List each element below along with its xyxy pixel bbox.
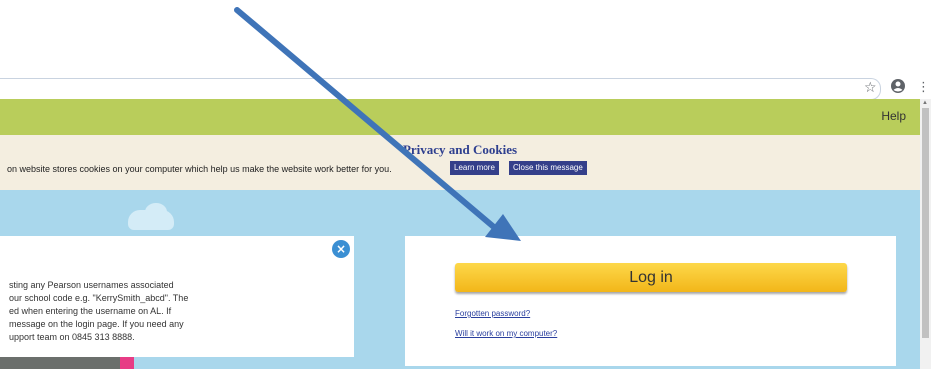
bookmark-star-icon[interactable]: ☆ (864, 80, 877, 96)
info-text-line: upport team on 0845 313 8888. (9, 332, 135, 342)
info-text-line: our school code e.g. "KerrySmith_abcd". … (9, 293, 189, 303)
scrollbar-thumb[interactable] (922, 108, 929, 338)
site-header: Help (0, 99, 920, 135)
close-message-button[interactable]: Close this message (509, 161, 587, 175)
character-image (0, 357, 120, 369)
info-text-line: sting any Pearson usernames associated (9, 280, 174, 290)
cookie-banner-title: Privacy and Cookies (402, 142, 518, 157)
forgotten-password-link[interactable]: Forgotten password? (455, 309, 530, 318)
pink-graphic (120, 357, 134, 369)
more-vert-icon[interactable]: ⋮ (917, 80, 930, 95)
cookie-banner: Privacy and Cookies on website stores co… (0, 135, 920, 190)
compatibility-link[interactable]: Will it work on my computer? (455, 329, 557, 338)
info-text-line: message on the login page. If you need a… (9, 319, 184, 329)
account-icon[interactable] (890, 78, 906, 94)
login-button[interactable]: Log in (455, 263, 847, 292)
scroll-up-icon[interactable]: ▲ (922, 100, 928, 106)
help-link[interactable]: Help (881, 109, 906, 123)
cloud-decoration (145, 203, 167, 221)
learn-more-button[interactable]: Learn more (450, 161, 499, 175)
address-bar[interactable] (0, 78, 881, 100)
info-popup: sting any Pearson usernames associated o… (0, 236, 354, 357)
close-icon[interactable]: × (332, 240, 350, 258)
info-text-line: ed when entering the username on AL. If (9, 306, 172, 316)
cookie-banner-text: on website stores cookies on your comput… (7, 164, 392, 174)
login-panel (405, 236, 896, 366)
